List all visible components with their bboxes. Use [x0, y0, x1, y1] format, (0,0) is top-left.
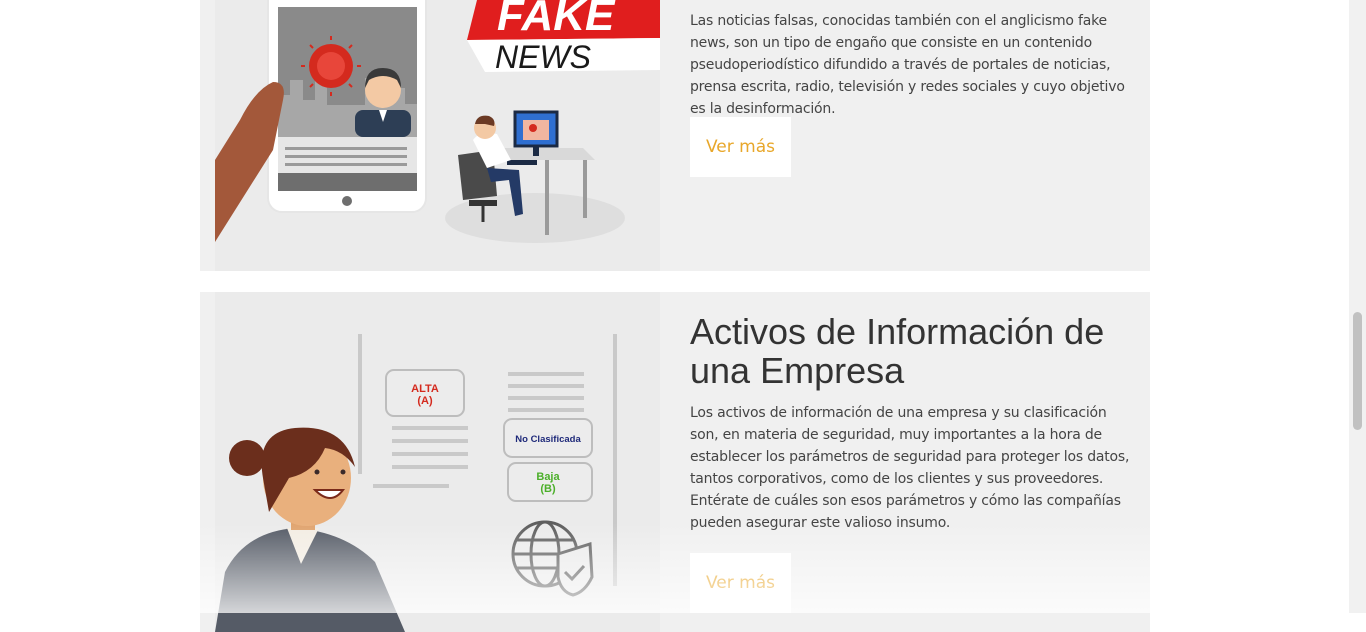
globe-shield-icon: [511, 520, 594, 597]
fake-news-illustration: FAKE NEWS: [215, 0, 660, 271]
svg-text:ALTA: ALTA: [411, 383, 439, 395]
ver-mas-button[interactable]: Ver más: [690, 553, 791, 613]
businesswoman-avatar: [215, 427, 405, 632]
classification-tag-no-clasificada: No Clasificada: [503, 418, 593, 458]
svg-text:Baja: Baja: [536, 471, 560, 483]
ver-mas-button[interactable]: Ver más: [690, 117, 791, 177]
classification-tag-baja: Baja (B): [507, 462, 593, 502]
page-scrollbar[interactable]: [1349, 0, 1366, 613]
article-title: Activos de Información de una Empresa: [690, 311, 1105, 391]
virus-icon: [301, 36, 361, 96]
svg-text:(A): (A): [417, 395, 433, 407]
news-logo-text: NEWS: [495, 39, 591, 75]
scrollbar-thumb[interactable]: [1353, 312, 1362, 430]
article-description: Los activos de información de una empres…: [690, 405, 1130, 531]
classification-tag-alta: ALTA (A): [385, 369, 465, 417]
svg-text:No Clasificada: No Clasificada: [515, 434, 581, 445]
fake-logo-text: FAKE: [497, 0, 616, 40]
article-description: Las noticias falsas, conocidas también c…: [690, 13, 1125, 117]
article-card-fake-news: FAKE NEWS Las noticias falsas, conocidas…: [200, 0, 1150, 271]
information-assets-illustration: ALTA (A) No Clasificada Baja (B): [215, 292, 660, 632]
svg-text:(B): (B): [540, 483, 556, 495]
article-card-activos-informacion: ALTA (A) No Clasificada Baja (B) Activos…: [200, 292, 1150, 632]
desk-worker-illustration: [445, 110, 625, 243]
